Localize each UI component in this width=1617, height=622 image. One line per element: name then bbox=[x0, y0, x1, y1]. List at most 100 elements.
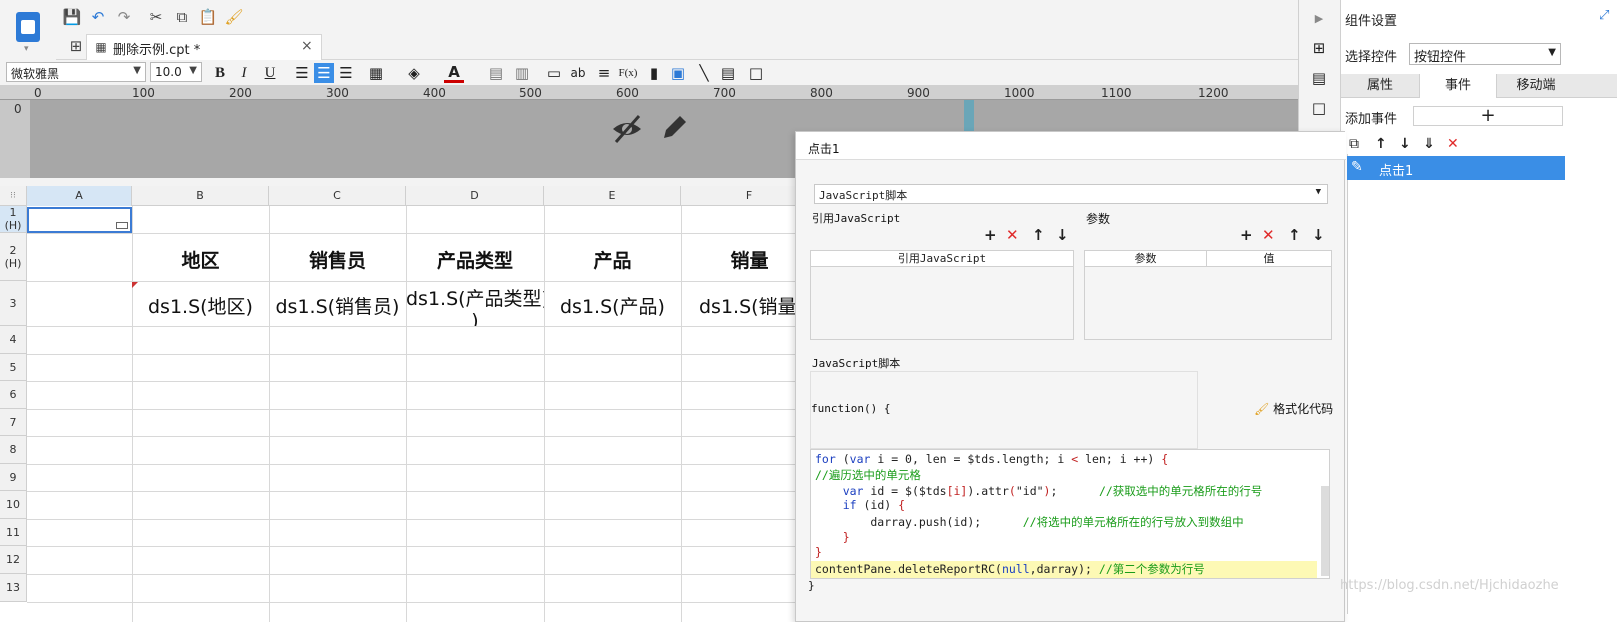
cell-d3-wrap: ) bbox=[471, 310, 479, 326]
tab-mobile[interactable]: 移动端 bbox=[1497, 74, 1575, 98]
delete-ref-js-button[interactable]: ✕ bbox=[1006, 226, 1019, 244]
frame-icon[interactable]: □ bbox=[1309, 98, 1329, 118]
font-color-icon[interactable]: A bbox=[444, 63, 464, 83]
chart-icon[interactable]: ▮ bbox=[644, 63, 664, 83]
code-scrollbar[interactable] bbox=[1321, 486, 1329, 576]
cell-e2[interactable]: 产品 bbox=[544, 246, 681, 273]
row-header[interactable]: 13 bbox=[0, 574, 27, 602]
merge-cells-icon[interactable]: ▤ bbox=[486, 63, 506, 83]
subreport-icon[interactable]: ▤ bbox=[718, 63, 738, 83]
move-up-param-button[interactable]: ↑ bbox=[1288, 226, 1301, 244]
column-header-c[interactable]: C bbox=[269, 186, 406, 206]
chevron-down-icon[interactable]: ▾ bbox=[24, 44, 29, 54]
arrow-down-icon[interactable]: ↓ bbox=[1399, 136, 1411, 152]
row-header[interactable]: 7 bbox=[0, 409, 27, 436]
selected-cell-a1[interactable] bbox=[27, 207, 132, 233]
add-param-button[interactable]: + bbox=[1240, 226, 1253, 244]
add-event-button[interactable]: + bbox=[1413, 106, 1563, 126]
event-list-item[interactable]: 点击1 bbox=[1347, 156, 1565, 180]
split-cells-icon[interactable]: ▥ bbox=[512, 63, 532, 83]
event-editor-dialog: 点击1 JavaScript脚本 ▼ 引用JavaScript 参数 + ✕ ↑… bbox=[795, 131, 1346, 622]
arrow-up-icon[interactable]: ↑ bbox=[1375, 136, 1387, 152]
row-header[interactable]: 4 bbox=[0, 326, 27, 354]
row-header[interactable]: 5 bbox=[0, 354, 27, 381]
insert-cell-icon[interactable]: □ bbox=[746, 63, 766, 83]
move-down-ref-js-button[interactable]: ↓ bbox=[1056, 226, 1069, 244]
cell-f2[interactable]: 销量 bbox=[681, 246, 800, 273]
font-family-select[interactable]: 微软雅黑 ▼ bbox=[6, 62, 146, 82]
border-icon[interactable]: ▦ bbox=[366, 63, 386, 83]
select-all-corner[interactable]: ⁝⁝ bbox=[0, 186, 27, 206]
row-header[interactable]: 1 (H) bbox=[0, 206, 27, 233]
save-icon[interactable]: 💾 bbox=[62, 7, 82, 27]
slash-icon[interactable]: ╲ bbox=[694, 63, 714, 83]
column-header-f[interactable]: F bbox=[681, 186, 800, 206]
cell-c3[interactable]: ds1.S(销售员) bbox=[269, 292, 406, 319]
fill-color-icon[interactable]: ◈ bbox=[404, 63, 424, 83]
widget-settings-icon[interactable]: ⊞ bbox=[1309, 38, 1329, 58]
bold-button[interactable]: B bbox=[210, 63, 230, 83]
row-header[interactable]: 2 (H) bbox=[0, 233, 27, 281]
cell-e3[interactable]: ds1.S(产品) bbox=[544, 292, 681, 319]
underline-button[interactable]: U bbox=[260, 63, 280, 83]
control-select[interactable]: 按钮控件 ▼ bbox=[1409, 43, 1561, 65]
code-editor[interactable]: for (var i = 0, len = $tds.length; i < l… bbox=[810, 449, 1330, 579]
redo-icon[interactable]: ↷ bbox=[114, 7, 134, 27]
row-header[interactable]: 6 bbox=[0, 381, 27, 409]
hidden-eye-icon[interactable] bbox=[610, 112, 644, 146]
format-painter-icon[interactable]: 🖌 bbox=[224, 7, 244, 27]
undo-icon[interactable]: ↶ bbox=[88, 7, 108, 27]
cut-icon[interactable]: ✂ bbox=[146, 7, 166, 27]
new-report-icon[interactable]: ⊞ bbox=[66, 36, 86, 56]
script-type-value: JavaScript脚本 bbox=[819, 189, 908, 202]
column-header-a[interactable]: A bbox=[27, 186, 132, 206]
app-logo-icon[interactable] bbox=[16, 12, 40, 42]
pencil-icon[interactable] bbox=[660, 112, 690, 142]
format-code-button[interactable]: 🖌 格式化代码 bbox=[1254, 400, 1333, 417]
move-up-ref-js-button[interactable]: ↑ bbox=[1032, 226, 1045, 244]
add-ref-js-button[interactable]: + bbox=[984, 226, 997, 244]
close-icon[interactable]: × bbox=[301, 38, 313, 54]
cell-attr-icon[interactable]: ▤ bbox=[1309, 68, 1329, 88]
tab-events[interactable]: 事件 bbox=[1419, 74, 1497, 98]
move-bottom-icon[interactable]: ⇓ bbox=[1423, 136, 1435, 152]
image-icon[interactable]: ▣ bbox=[668, 63, 688, 83]
pin-icon[interactable]: ⤢ bbox=[1599, 8, 1609, 23]
params-table[interactable]: 参数 值 bbox=[1084, 250, 1332, 340]
align-left-icon[interactable]: ☰ bbox=[292, 63, 312, 83]
column-header-d[interactable]: D bbox=[406, 186, 544, 206]
copy-icon[interactable]: ⧉ bbox=[172, 7, 192, 27]
file-tab[interactable]: ▦ 删除示例.cpt * × bbox=[86, 34, 322, 60]
delete-param-button[interactable]: ✕ bbox=[1262, 226, 1275, 244]
paragraph-icon[interactable]: ≡ bbox=[594, 63, 614, 83]
row-header[interactable]: 10 bbox=[0, 491, 27, 519]
cell-c2[interactable]: 销售员 bbox=[269, 246, 406, 273]
copy-icon[interactable]: ⧉ bbox=[1349, 136, 1359, 152]
align-right-icon[interactable]: ☰ bbox=[336, 63, 356, 83]
paste-icon[interactable]: 📋 bbox=[198, 7, 218, 27]
row-header[interactable]: 11 bbox=[0, 519, 27, 546]
cell-b3[interactable]: ds1.S(地区) bbox=[132, 292, 269, 319]
ref-js-table[interactable]: 引用JavaScript bbox=[810, 250, 1074, 340]
column-header-e[interactable]: E bbox=[544, 186, 681, 206]
formula-button[interactable]: F(x) bbox=[618, 63, 638, 83]
cell-d2[interactable]: 产品类型 bbox=[406, 246, 544, 273]
row-header[interactable]: 8 bbox=[0, 436, 27, 464]
text-style-button[interactable]: ab bbox=[568, 63, 588, 83]
row-header[interactable]: 9 bbox=[0, 464, 27, 491]
script-type-select[interactable]: JavaScript脚本 ▼ bbox=[814, 184, 1328, 204]
font-size-select[interactable]: 10.0 ▼ bbox=[150, 62, 202, 82]
chevron-right-icon[interactable]: ▶ bbox=[1309, 8, 1329, 28]
cell-f3[interactable]: ds1.S(销量 bbox=[681, 292, 800, 319]
tab-properties[interactable]: 属性 bbox=[1341, 74, 1419, 98]
align-center-icon[interactable]: ☰ bbox=[314, 63, 334, 83]
text-field-icon[interactable]: ▭ bbox=[544, 63, 564, 83]
row-header[interactable]: 12 bbox=[0, 546, 27, 574]
italic-button[interactable]: I bbox=[234, 63, 254, 83]
column-header-b[interactable]: B bbox=[132, 186, 269, 206]
move-down-param-button[interactable]: ↓ bbox=[1312, 226, 1325, 244]
delete-icon[interactable]: ✕ bbox=[1447, 136, 1459, 152]
cell-d3[interactable]: ds1.S(产品类型) bbox=[406, 284, 544, 311]
cell-b2[interactable]: 地区 bbox=[132, 246, 269, 273]
row-header[interactable]: 3 bbox=[0, 281, 27, 326]
